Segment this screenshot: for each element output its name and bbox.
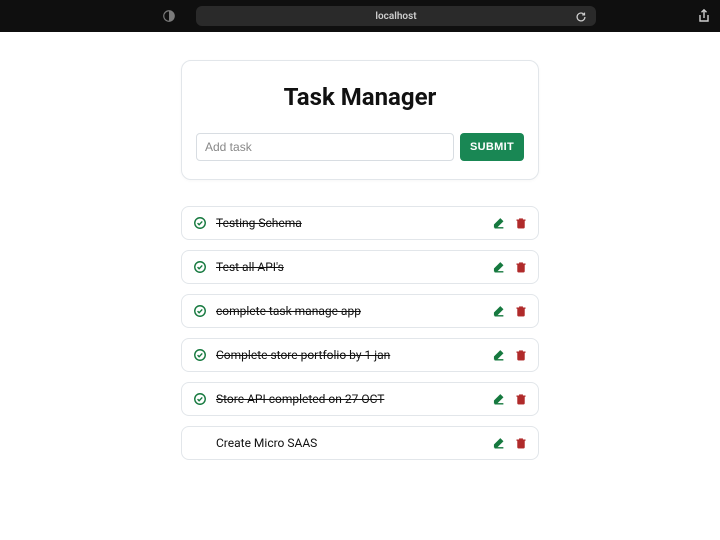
check-circle-icon[interactable] <box>192 215 208 231</box>
task-actions <box>492 348 528 362</box>
share-icon[interactable] <box>696 8 712 24</box>
privacy-report-icon[interactable] <box>162 9 176 23</box>
edit-icon[interactable] <box>492 392 506 406</box>
browser-chrome-bar: localhost <box>0 0 720 32</box>
task-list: Testing Schema Test all API's complete tas… <box>181 206 539 460</box>
trash-icon[interactable] <box>514 436 528 450</box>
task-actions <box>492 436 528 450</box>
task-label: Testing Schema <box>216 216 484 230</box>
edit-icon[interactable] <box>492 260 506 274</box>
trash-icon[interactable] <box>514 304 528 318</box>
task-row: Create Micro SAAS <box>181 426 539 460</box>
task-label: Store API completed on 27 OCT <box>216 392 484 406</box>
task-actions <box>492 260 528 274</box>
page-title: Task Manager <box>196 83 524 111</box>
edit-icon[interactable] <box>492 436 506 450</box>
task-row: Testing Schema <box>181 206 539 240</box>
url-text: localhost <box>375 11 416 22</box>
check-circle-icon[interactable] <box>192 347 208 363</box>
page-body: Task Manager SUBMIT Testing Schema Test a… <box>0 32 720 540</box>
trash-icon[interactable] <box>514 216 528 230</box>
submit-button[interactable]: SUBMIT <box>460 133 524 161</box>
input-row: SUBMIT <box>196 133 524 161</box>
edit-icon[interactable] <box>492 304 506 318</box>
url-bar[interactable]: localhost <box>196 6 596 26</box>
task-input-card: Task Manager SUBMIT <box>181 60 539 180</box>
task-actions <box>492 216 528 230</box>
task-label: complete task manage app <box>216 304 484 318</box>
check-placeholder[interactable] <box>192 435 208 451</box>
task-label: Test all API's <box>216 260 484 274</box>
task-row: Store API completed on 27 OCT <box>181 382 539 416</box>
task-actions <box>492 392 528 406</box>
check-circle-icon[interactable] <box>192 303 208 319</box>
trash-icon[interactable] <box>514 392 528 406</box>
trash-icon[interactable] <box>514 260 528 274</box>
check-circle-icon[interactable] <box>192 391 208 407</box>
reload-icon[interactable] <box>574 9 588 23</box>
check-circle-icon[interactable] <box>192 259 208 275</box>
task-row: complete task manage app <box>181 294 539 328</box>
task-label: Create Micro SAAS <box>216 436 484 450</box>
task-row: Test all API's <box>181 250 539 284</box>
task-actions <box>492 304 528 318</box>
add-task-input[interactable] <box>196 133 454 161</box>
edit-icon[interactable] <box>492 216 506 230</box>
edit-icon[interactable] <box>492 348 506 362</box>
task-row: Complete store portfolio by 1 jan <box>181 338 539 372</box>
task-label: Complete store portfolio by 1 jan <box>216 348 484 362</box>
trash-icon[interactable] <box>514 348 528 362</box>
